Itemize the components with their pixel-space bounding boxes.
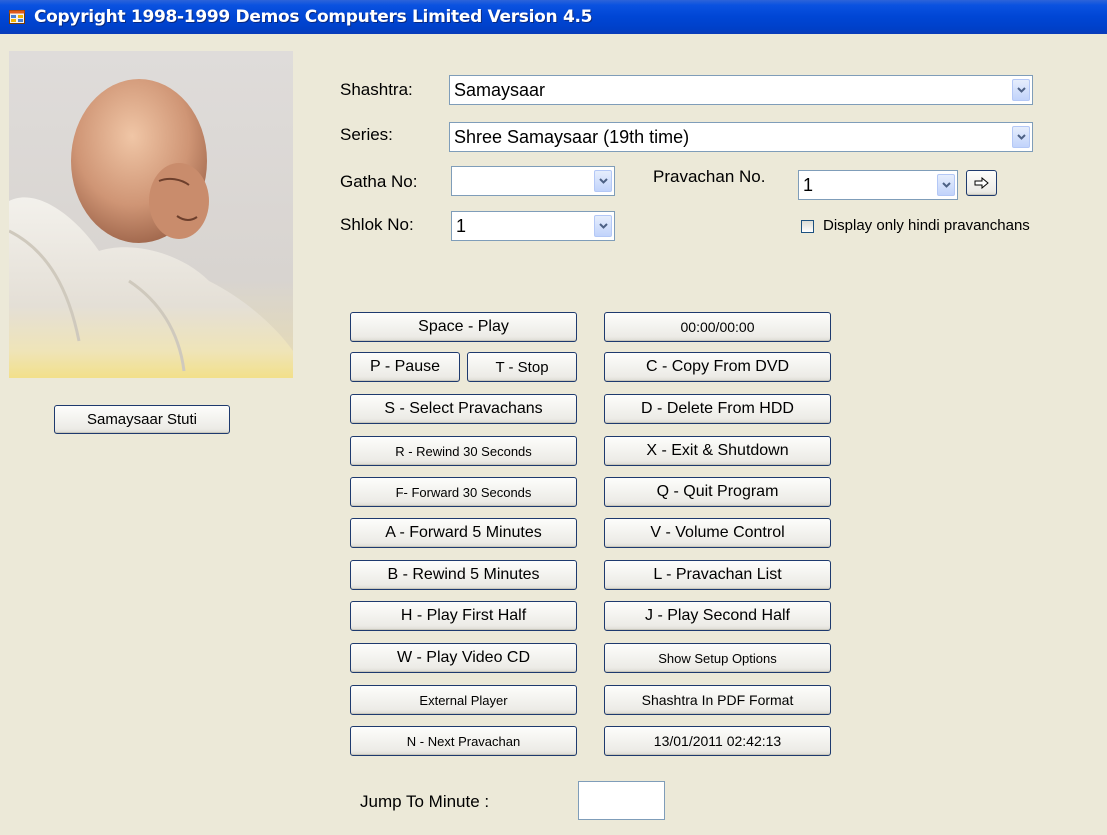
time-display-button[interactable]: 00:00/00:00 bbox=[604, 312, 831, 342]
series-select[interactable]: Shree Samaysaar (19th time) bbox=[449, 122, 1033, 152]
series-value: Shree Samaysaar (19th time) bbox=[454, 127, 690, 147]
window-title: Copyright 1998-1999 Demos Computers Limi… bbox=[34, 7, 593, 27]
pravachan-value: 1 bbox=[803, 175, 814, 195]
hindi-only-label[interactable]: Display only hindi pravanchans bbox=[823, 217, 1030, 234]
rewind-30-button[interactable]: R - Rewind 30 Seconds bbox=[350, 436, 577, 466]
title-bar[interactable]: Copyright 1998-1999 Demos Computers Limi… bbox=[0, 0, 1107, 34]
chevron-down-icon[interactable] bbox=[1012, 79, 1030, 101]
rewind-5-button[interactable]: B - Rewind 5 Minutes bbox=[350, 560, 577, 590]
chevron-down-icon[interactable] bbox=[594, 170, 612, 192]
shashtra-label: Shashtra: bbox=[340, 80, 413, 99]
shashtra-value: Samaysaar bbox=[454, 80, 546, 100]
pravachan-select[interactable]: 1 bbox=[798, 170, 958, 200]
jump-to-minute-input[interactable] bbox=[578, 781, 665, 820]
stop-button[interactable]: T - Stop bbox=[467, 352, 577, 382]
exit-shutdown-button[interactable]: X - Exit & Shutdown bbox=[604, 436, 831, 466]
arrow-right-icon bbox=[974, 177, 989, 189]
chevron-down-icon[interactable] bbox=[1012, 126, 1030, 148]
external-player-button[interactable]: External Player bbox=[350, 685, 577, 715]
play-second-half-button[interactable]: J - Play Second Half bbox=[604, 601, 831, 631]
shlok-value: 1 bbox=[456, 216, 467, 236]
shashtra-select[interactable]: Samaysaar bbox=[449, 75, 1033, 105]
copy-from-dvd-button[interactable]: C - Copy From DVD bbox=[604, 352, 831, 382]
go-button[interactable] bbox=[966, 170, 997, 196]
portrait-photo bbox=[9, 51, 293, 378]
play-video-cd-button[interactable]: W - Play Video CD bbox=[350, 643, 577, 673]
series-label: Series: bbox=[340, 125, 393, 144]
play-button[interactable]: Space - Play bbox=[350, 312, 577, 342]
pause-button[interactable]: P - Pause bbox=[350, 352, 460, 382]
app-window-icon bbox=[9, 10, 25, 24]
select-pravachans-button[interactable]: S - Select Pravachans bbox=[350, 394, 577, 424]
volume-control-button[interactable]: V - Volume Control bbox=[604, 518, 831, 548]
datetime-display-button[interactable]: 13/01/2011 02:42:13 bbox=[604, 726, 831, 756]
play-first-half-button[interactable]: H - Play First Half bbox=[350, 601, 577, 631]
pravachan-list-button[interactable]: L - Pravachan List bbox=[604, 560, 831, 590]
gatha-select[interactable] bbox=[451, 166, 615, 196]
shlok-label: Shlok No: bbox=[340, 215, 414, 234]
shashtra-pdf-button[interactable]: Shashtra In PDF Format bbox=[604, 685, 831, 715]
next-pravachan-button[interactable]: N - Next Pravachan bbox=[350, 726, 577, 756]
gatha-label: Gatha No: bbox=[340, 172, 418, 191]
hindi-only-checkbox[interactable] bbox=[801, 220, 814, 233]
forward-30-button[interactable]: F- Forward 30 Seconds bbox=[350, 477, 577, 507]
samaysaar-stuti-button[interactable]: Samaysaar Stuti bbox=[54, 405, 230, 434]
quit-program-button[interactable]: Q - Quit Program bbox=[604, 477, 831, 507]
show-setup-options-button[interactable]: Show Setup Options bbox=[604, 643, 831, 673]
pravachan-label: Pravachan No. bbox=[653, 167, 766, 186]
chevron-down-icon[interactable] bbox=[937, 174, 955, 196]
shlok-select[interactable]: 1 bbox=[451, 211, 615, 241]
chevron-down-icon[interactable] bbox=[594, 215, 612, 237]
jump-to-minute-label: Jump To Minute : bbox=[360, 792, 490, 811]
forward-5-button[interactable]: A - Forward 5 Minutes bbox=[350, 518, 577, 548]
delete-from-hdd-button[interactable]: D - Delete From HDD bbox=[604, 394, 831, 424]
